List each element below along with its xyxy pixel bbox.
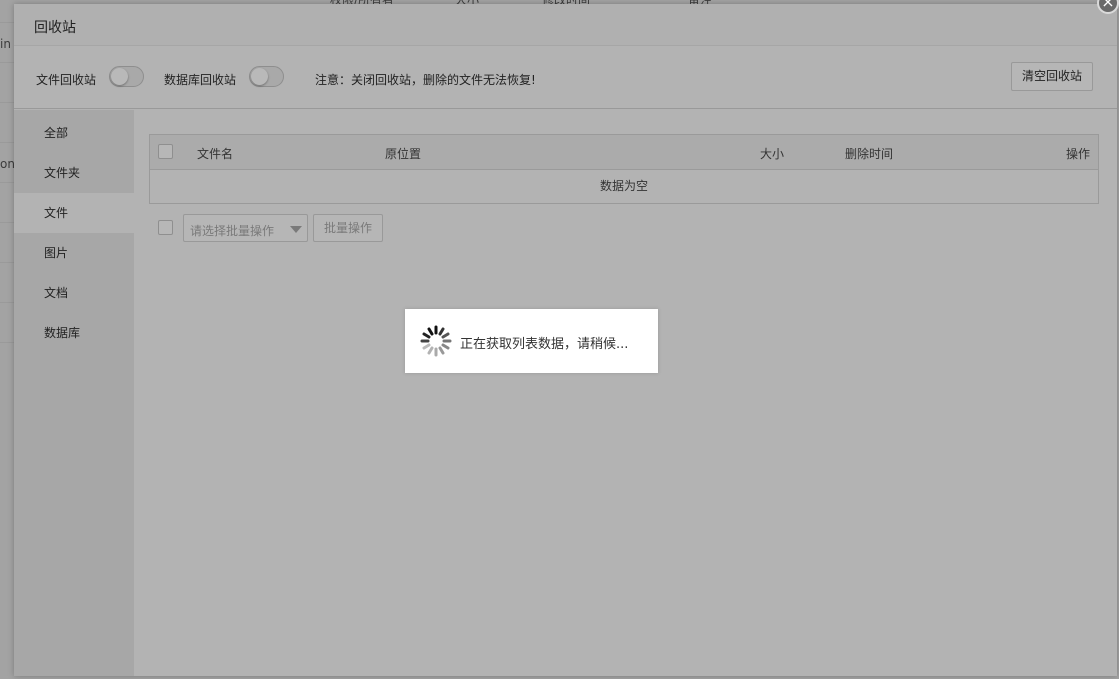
loading-spinner-icon [420,325,452,357]
background-row-divider [0,182,14,183]
file-recycle-toggle[interactable] [109,66,144,87]
recycle-settings-bar: 文件回收站 数据库回收站 注意：关闭回收站，删除的文件无法恢复! 清空回收站 [14,47,1117,109]
background-row-edge-text: on [0,157,14,171]
batch-action-select[interactable]: 请选择批量操作 [183,214,308,242]
clear-recycle-bin-button[interactable]: 清空回收站 [1011,62,1093,91]
sidebar-item-files[interactable]: 文件 [14,193,134,233]
column-filename: 文件名 [197,147,234,161]
batch-action-button[interactable]: 批量操作 [313,214,383,242]
background-row-divider [0,302,14,303]
recycle-notice: 注意：关闭回收站，删除的文件无法恢复! [315,73,536,87]
batch-select-checkbox[interactable] [158,220,173,235]
batch-action-placeholder: 请选择批量操作 [190,224,275,238]
sidebar-item-folders[interactable]: 文件夹 [14,153,134,193]
sidebar-item-databases[interactable]: 数据库 [14,313,134,353]
dialog-title: 回收站 [34,20,76,36]
background-row-divider [0,262,14,263]
file-recycle-label: 文件回收站 [36,73,97,87]
background-row-divider [0,22,14,23]
db-recycle-toggle[interactable] [249,66,284,87]
recycle-content: 文件名 原位置 大小 删除时间 操作 数据为空 请选择批量操作 批量操作 [134,110,1117,676]
table-header: 文件名 原位置 大小 删除时间 操作 [150,135,1098,170]
loading-toast: 正在获取列表数据，请稍候... [405,309,658,373]
recycle-table: 文件名 原位置 大小 删除时间 操作 数据为空 [149,134,1099,204]
background-row-divider [0,62,14,63]
column-size: 大小 [760,147,785,161]
background-row-divider [0,102,14,103]
empty-table-message: 数据为空 [599,179,648,193]
toggle-knob [111,68,128,85]
sidebar-item-documents[interactable]: 文档 [14,273,134,313]
chevron-down-icon [290,226,302,233]
select-all-checkbox[interactable] [158,144,173,159]
background-row-edge-text: in [0,37,11,51]
column-actions: 操作 [1066,147,1091,161]
column-original-location: 原位置 [385,147,422,161]
dialog-title-bar: 回收站 [14,4,1117,46]
loading-message: 正在获取列表数据，请稍候... [460,337,629,352]
background-row-divider [0,142,14,143]
category-sidebar: 全部 文件夹 文件 图片 文档 数据库 [14,110,134,676]
background-row-divider [0,222,14,223]
sidebar-item-all[interactable]: 全部 [14,113,134,153]
toggle-knob [251,68,268,85]
background-row-divider [0,342,14,343]
db-recycle-label: 数据库回收站 [164,73,237,87]
column-deleted-time: 删除时间 [845,147,894,161]
sidebar-item-images[interactable]: 图片 [14,233,134,273]
batch-action-bar: 请选择批量操作 批量操作 [149,214,549,244]
